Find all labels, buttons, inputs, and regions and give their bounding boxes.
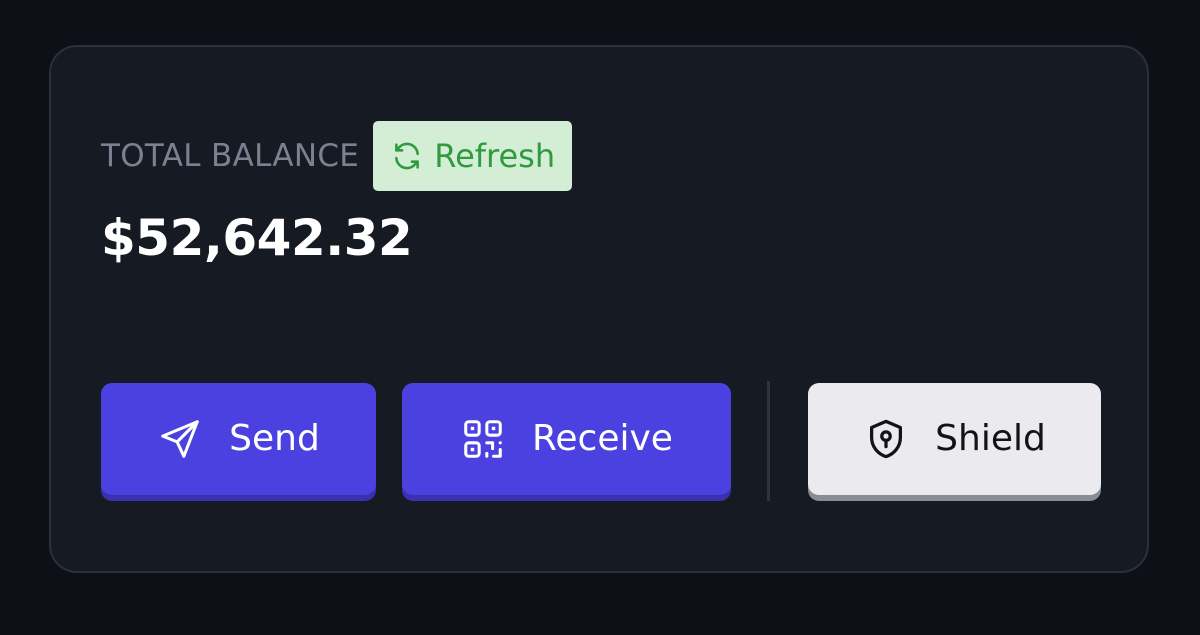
refresh-label: Refresh <box>434 137 556 175</box>
balance-card: TOTAL BALANCE Refresh $52,642.32 Send Re… <box>49 45 1149 573</box>
receive-button[interactable]: Receive <box>402 383 731 495</box>
refresh-icon <box>390 139 424 173</box>
refresh-button[interactable]: Refresh <box>373 121 573 191</box>
actions-divider <box>767 381 770 501</box>
paper-plane-icon <box>157 416 203 462</box>
balance-amount: $52,642.32 <box>101 209 413 267</box>
total-balance-label: TOTAL BALANCE <box>101 137 360 174</box>
qr-code-icon <box>460 416 506 462</box>
balance-header: TOTAL BALANCE Refresh <box>101 121 573 191</box>
send-button[interactable]: Send <box>101 383 376 495</box>
shield-label: Shield <box>935 418 1046 459</box>
send-label: Send <box>229 418 320 459</box>
shield-keyhole-icon <box>863 416 909 462</box>
shield-button[interactable]: Shield <box>808 383 1101 495</box>
receive-label: Receive <box>532 418 673 459</box>
